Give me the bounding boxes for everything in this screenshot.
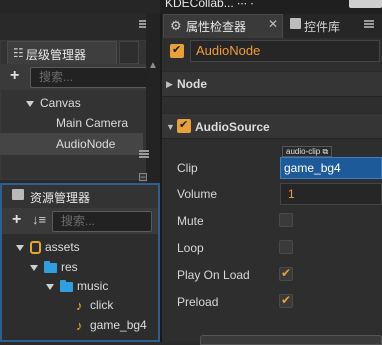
tree-node-label: AudioNode [56,137,116,151]
section-audiosource[interactable]: ▼ AudioSource [162,113,382,139]
asset-label: assets [45,240,80,254]
asset-node-res[interactable]: res [30,260,78,274]
component-enabled-checkbox[interactable] [177,118,191,133]
mute-label: Mute [177,214,204,228]
play-on-load-label: Play On Load [177,268,250,282]
chevron-right-icon: ▶ [166,79,173,89]
hierarchy-add-button[interactable]: + [10,67,19,85]
tree-node-label: Main Camera [56,116,129,130]
folder-icon [12,189,24,200]
section-node-label: Node [177,77,207,91]
tree-node-main-camera[interactable]: Main Camera [56,116,128,130]
folder-icon [60,279,73,292]
assets-search-input[interactable]: 搜索... [52,211,152,232]
volume-label: Volume [177,187,218,201]
preload-checkbox[interactable] [279,293,293,308]
clip-type-label: audio-clip [286,147,321,156]
section-node[interactable]: ▶ Node [162,71,382,97]
asset-label: click [90,298,114,312]
assets-title: 资源管理器 [30,191,91,205]
chevron-down-icon[interactable] [16,244,24,251]
hierarchy-tab-close[interactable] [119,41,139,64]
play-on-load-checkbox[interactable] [279,266,293,281]
asset-label: res [61,260,78,274]
top-bar-text: KDECollab... ∙∙∙ ∙ [165,0,254,10]
asset-label: music [77,279,109,293]
asset-node-game-bg4[interactable]: ♪ game_bg4 [76,318,147,333]
loop-label: Loop [177,241,204,255]
top-right-button[interactable] [349,0,382,8]
hierarchy-icon: ☷ [13,46,24,60]
external-link-icon[interactable]: ⧉ [322,147,328,156]
menu-icon[interactable] [364,20,374,28]
tab-library-label: 控件库 [304,20,341,34]
asset-label: game_bg4 [90,318,147,332]
asset-node-music[interactable]: music [46,279,108,293]
node-active-checkbox[interactable] [170,43,184,58]
clip-label: Clip [177,161,198,175]
section-audiosource-label: AudioSource [195,120,270,134]
scroll-up-icon[interactable]: ▲ [148,60,158,71]
chevron-down-icon[interactable] [30,264,38,271]
clip-type-badge: audio-clip ⧉ [282,146,333,157]
clip-field[interactable]: game_bg4 [280,157,382,179]
tree-node-canvas[interactable]: Canvas [26,96,81,110]
library-icon [290,18,301,29]
tab-inspector-label: 属性检查器 [186,20,247,34]
asset-node-click[interactable]: ♪ click [76,298,113,313]
music-note-icon: ♪ [76,298,83,314]
hierarchy-title: 层级管理器 [26,48,87,62]
node-name-field[interactable]: AudioNode [190,40,380,62]
database-icon [30,241,41,255]
assets-add-button[interactable]: + [12,211,21,229]
tree-node-audionode-selected[interactable]: AudioNode [0,133,143,155]
volume-field[interactable]: 1 [280,183,382,205]
preload-label: Preload [177,295,219,309]
loop-checkbox[interactable] [279,240,293,254]
add-component-button[interactable] [200,335,382,345]
asset-node-assets[interactable]: assets [16,240,80,255]
close-icon[interactable]: ✕ [268,17,278,31]
chevron-down-icon[interactable] [26,100,34,107]
collapse-icon[interactable]: ⊟ [138,170,148,184]
chevron-down-icon: ▼ [166,122,175,132]
tree-node-label: Canvas [40,96,81,110]
sort-icon[interactable]: ↓≡ [32,211,46,229]
folder-icon [44,260,57,273]
menu-icon[interactable] [139,150,149,158]
music-note-icon: ♪ [76,318,83,334]
hierarchy-search-input[interactable]: 搜索... [30,67,148,88]
chevron-down-icon[interactable] [46,283,54,290]
mute-checkbox[interactable] [279,213,293,227]
gear-icon: ⚙ [170,18,182,33]
